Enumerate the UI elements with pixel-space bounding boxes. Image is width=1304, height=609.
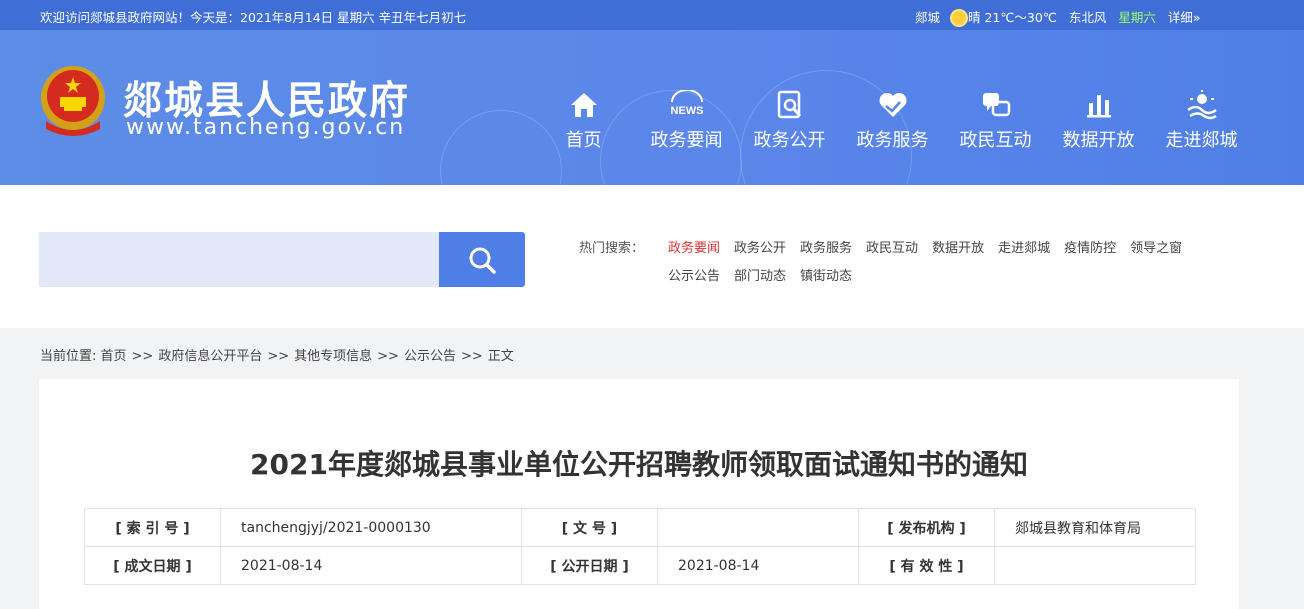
nav-item-gov-service[interactable]: 政务服务	[841, 88, 944, 158]
meta-value-publisher: 郯城县教育和体育局	[994, 508, 1196, 547]
hot-term[interactable]: 疫情防控	[1064, 237, 1116, 256]
meta-label-index: [ 索 引 号 ]	[84, 508, 221, 547]
sun-icon	[952, 11, 966, 25]
article-container: 2021年度郯城县事业单位公开招聘教师领取面试通知书的通知 [ 索 引 号 ] …	[39, 379, 1239, 609]
article-title: 2021年度郯城县事业单位公开招聘教师领取面试通知书的通知	[250, 448, 1028, 481]
hot-search-terms: 政务要闻 政务公开 政务服务 政民互动 数据开放 走进郯城 疫情防控 领导之窗公示公告 部门动态…	[668, 237, 1238, 293]
nav-item-about[interactable]: 走进郯城	[1150, 88, 1253, 158]
nav-item-gov-open[interactable]: 政务公开	[738, 88, 841, 158]
meta-value-created: 2021-08-14	[220, 546, 522, 585]
breadcrumb-separator: >>	[377, 349, 399, 364]
nav-label: 政民互动	[959, 130, 1032, 151]
breadcrumb-separator: >>	[131, 349, 154, 364]
hot-term[interactable]: 走进郯城	[998, 237, 1050, 256]
search-section: 热门搜索： 政务要闻 政务公开 政务服务 政民互动 数据开放 走进郯城 疫情防控 领导之窗公示…	[0, 185, 1304, 328]
breadcrumb-item[interactable]: 首页	[101, 349, 127, 364]
search-input[interactable]	[39, 232, 439, 287]
hot-term[interactable]: 政务服务	[800, 237, 852, 256]
meta-value-validity	[994, 546, 1196, 585]
meta-label-published: [ 公开日期 ]	[521, 546, 658, 585]
hot-term[interactable]: 政务要闻	[668, 237, 720, 256]
hot-term[interactable]: 政民互动	[866, 237, 918, 256]
meta-label-created: [ 成文日期 ]	[84, 546, 221, 585]
heart-hands-icon	[879, 93, 906, 117]
national-emblem-icon	[41, 66, 105, 136]
search-icon	[469, 247, 496, 274]
nav-label: 政务要闻	[650, 130, 723, 151]
news-icon: NEWS	[670, 90, 703, 117]
main-nav: 首页 NEWS 政务要闻 政务公开 政务服务 政民互动 数据开放 走进郯城	[532, 88, 1253, 158]
hot-term[interactable]: 部门动态	[734, 265, 786, 284]
site-url: www.tancheng.gov.cn	[126, 115, 406, 140]
weather-detail-link[interactable]: 详细»	[1168, 10, 1201, 25]
nav-label: 政务公开	[753, 130, 826, 151]
nav-label: 数据开放	[1062, 130, 1135, 151]
hot-term[interactable]: 数据开放	[932, 237, 984, 256]
meta-value-index: tanchengjyj/2021-0000130	[220, 508, 522, 547]
nav-item-news[interactable]: NEWS 政务要闻	[635, 88, 738, 158]
breadcrumb-prefix: 当前位置:	[40, 349, 101, 364]
weather-temp: 晴 21℃～30℃	[968, 10, 1057, 25]
nav-label: 走进郯城	[1165, 130, 1238, 151]
weather-info: 郯城 晴 21℃～30℃ 东北风 星期六 详细»	[915, 7, 1209, 26]
top-bar: 欢迎访问郯城县政府网站！今天是：2021年8月14日 星期六 辛丑年七月初七 郯…	[0, 0, 1304, 30]
breadcrumb-item[interactable]: 其他专项信息	[294, 349, 372, 364]
hot-search-label: 热门搜索：	[579, 241, 645, 256]
nav-label: 政务服务	[856, 130, 929, 151]
breadcrumb-item[interactable]: 政府信息公开平台	[158, 349, 262, 364]
nav-item-data-open[interactable]: 数据开放	[1047, 88, 1150, 158]
nav-item-interaction[interactable]: 政民互动	[944, 88, 1047, 158]
article-meta-table: [ 索 引 号 ] tanchengjyj/2021-0000130 [ 文 号…	[84, 508, 1196, 585]
nav-item-home[interactable]: 首页	[532, 88, 635, 158]
hot-term[interactable]: 政务公开	[734, 237, 786, 256]
hot-term[interactable]: 领导之窗	[1130, 237, 1182, 256]
weather-wind: 东北风	[1068, 10, 1107, 25]
weather-city: 郯城	[915, 10, 941, 25]
weather-weekday: 星期六	[1118, 10, 1156, 25]
breadcrumb-separator: >>	[267, 349, 290, 364]
breadcrumb-item[interactable]: 公示公告	[404, 349, 456, 364]
bar-chart-icon	[1086, 95, 1111, 118]
header-banner: 郯城县人民政府 www.tancheng.gov.cn 首页 NEWS 政务要闻…	[0, 30, 1304, 185]
meta-label-publisher: [ 发布机构 ]	[858, 508, 995, 547]
search-button[interactable]	[439, 232, 525, 287]
nav-label: 首页	[565, 130, 602, 151]
welcome-text: 欢迎访问郯城县政府网站！今天是：2021年8月14日 星期六 辛丑年七月初七	[40, 10, 467, 25]
hot-term[interactable]: 公示公告	[668, 265, 720, 284]
home-icon	[570, 93, 597, 117]
landscape-icon	[1186, 90, 1217, 120]
meta-label-validity: [ 有 效 性 ]	[858, 546, 995, 585]
meta-value-docno	[657, 508, 859, 547]
svg-text:NEWS: NEWS	[670, 105, 703, 117]
breadcrumb-separator: >>	[460, 349, 483, 364]
hot-term[interactable]: 镇街动态	[800, 265, 852, 284]
chat-icon	[982, 93, 1010, 117]
document-search-icon	[777, 90, 801, 119]
breadcrumb: 当前位置: 首页 >> 政府信息公开平台 >> 其他专项信息 >> 公示公告 >> 正文	[40, 345, 514, 364]
breadcrumb-item: 正文	[487, 349, 514, 364]
meta-label-docno: [ 文 号 ]	[521, 508, 658, 547]
meta-value-published: 2021-08-14	[657, 546, 859, 585]
